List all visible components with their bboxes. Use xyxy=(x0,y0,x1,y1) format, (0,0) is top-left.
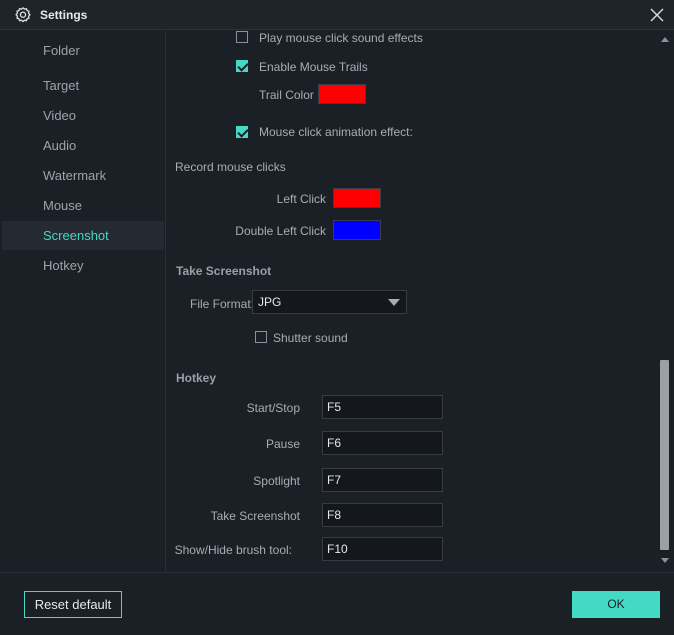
play-click-sound-label: Play mouse click sound effects xyxy=(259,31,423,45)
hotkey-start-stop-input[interactable]: F5 xyxy=(322,395,443,419)
sidebar-item-target[interactable]: Target xyxy=(2,71,164,100)
double-left-click-color-swatch[interactable] xyxy=(333,220,381,240)
close-icon[interactable] xyxy=(648,6,666,24)
file-format-label: File Format: xyxy=(190,297,255,311)
hotkey-pause-label: Pause xyxy=(265,437,300,451)
gear-icon xyxy=(15,6,31,23)
left-click-color-swatch[interactable] xyxy=(333,188,381,208)
click-animation-label: Mouse click animation effect: xyxy=(259,125,413,139)
sidebar-item-watermark[interactable]: Watermark xyxy=(2,161,164,190)
sidebar-item-mouse[interactable]: Mouse xyxy=(2,191,164,220)
hotkey-take-screenshot-input[interactable]: F8 xyxy=(322,503,443,527)
hotkey-section-title: Hotkey xyxy=(176,371,217,385)
hotkey-brush-tool-input[interactable]: F10 xyxy=(322,537,443,561)
trail-color-swatch[interactable] xyxy=(318,84,366,104)
sidebar-item-screenshot[interactable]: Screenshot xyxy=(2,221,164,250)
footer: Reset default OK xyxy=(0,572,674,635)
sidebar-item-folder[interactable]: Folder xyxy=(2,36,164,65)
hotkey-start-stop-label: Start/Stop xyxy=(246,401,300,415)
scroll-down-arrow-icon[interactable] xyxy=(661,558,669,563)
hotkey-brush-tool-label: Show/Hide brush tool: xyxy=(174,543,292,557)
double-left-click-label: Double Left Click xyxy=(235,224,326,238)
sidebar-item-audio[interactable]: Audio xyxy=(2,131,164,160)
trail-color-label: Trail Color xyxy=(259,88,314,102)
file-format-value: JPG xyxy=(258,295,282,309)
scroll-up-arrow-icon[interactable] xyxy=(661,37,669,42)
hotkey-pause-input[interactable]: F6 xyxy=(322,431,443,455)
sidebar-item-hotkey[interactable]: Hotkey xyxy=(2,251,164,280)
reset-default-button[interactable]: Reset default xyxy=(24,591,122,618)
take-screenshot-section-title: Take Screenshot xyxy=(176,264,272,278)
sidebar-item-video[interactable]: Video xyxy=(2,101,164,130)
record-clicks-label: Record mouse clicks xyxy=(175,160,286,174)
file-format-select[interactable]: JPG xyxy=(252,290,407,314)
enable-trails-label: Enable Mouse Trails xyxy=(259,60,368,74)
sidebar: Folder Target Video Audio Watermark Mous… xyxy=(0,31,166,571)
hotkey-take-screenshot-label: Take Screenshot xyxy=(210,509,300,523)
enable-trails-checkbox[interactable] xyxy=(236,60,248,72)
shutter-sound-label: Shutter sound xyxy=(273,331,348,345)
hotkey-spotlight-input[interactable]: F7 xyxy=(322,468,443,492)
chevron-down-icon xyxy=(388,299,400,306)
ok-button[interactable]: OK xyxy=(572,591,660,618)
hotkey-spotlight-label: Spotlight xyxy=(253,474,300,488)
settings-content: Play mouse click sound effects Enable Mo… xyxy=(167,31,656,571)
play-click-sound-checkbox[interactable] xyxy=(236,31,248,43)
window-title: Settings xyxy=(40,8,88,22)
left-click-label: Left Click xyxy=(276,192,326,206)
scrollbar[interactable] xyxy=(657,31,673,571)
title-bar: Settings xyxy=(0,0,674,30)
shutter-sound-checkbox[interactable] xyxy=(255,331,267,343)
click-animation-checkbox[interactable] xyxy=(236,126,248,138)
scroll-thumb[interactable] xyxy=(660,360,669,550)
